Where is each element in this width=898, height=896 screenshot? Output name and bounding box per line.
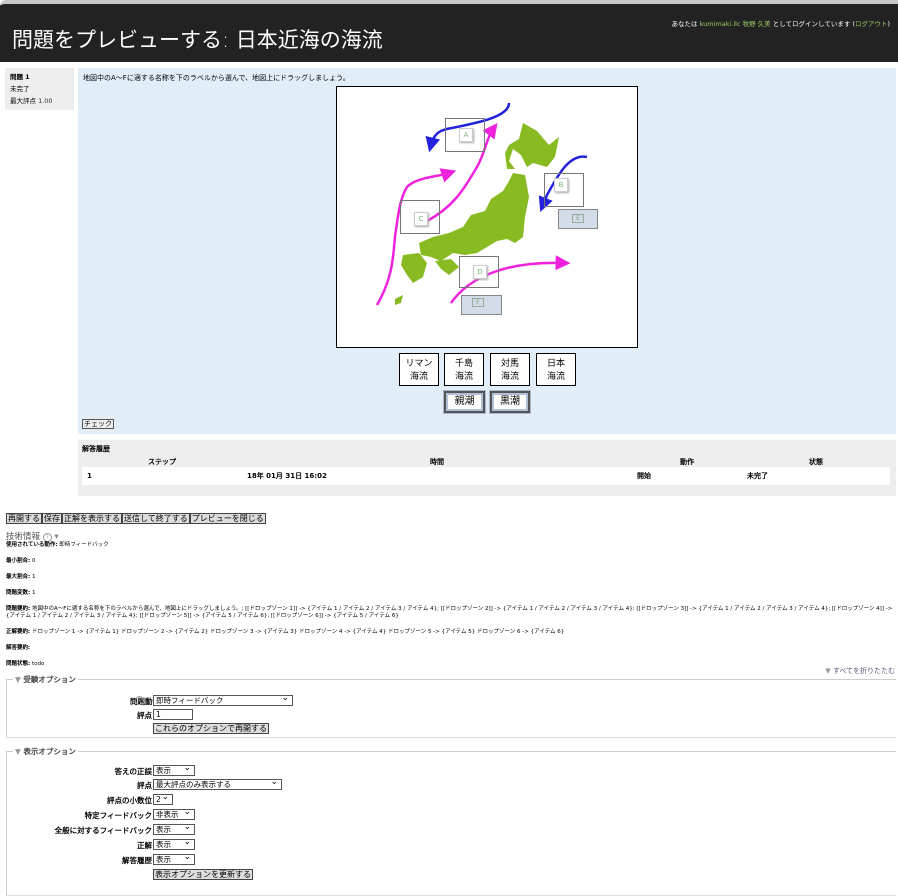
step-cell: 1 — [82, 467, 242, 485]
tech-item: 問題状態: todo — [6, 661, 45, 667]
question-number: 1 — [25, 73, 30, 81]
column-header: 状態 — [809, 457, 823, 466]
history-table: ステップ 時間 動作 状態 1 18年 01月 31日 16:02 開始 未完了 — [82, 456, 890, 485]
tech-item: 最大割合: 1 — [6, 574, 36, 580]
drag-item-chishima-current[interactable]: 千島 海流 — [444, 353, 484, 386]
behaviour-select[interactable]: 即時フィードバック — [153, 693, 293, 706]
chevron-down-icon[interactable]: ▾ — [54, 532, 58, 542]
tech-info-toggle[interactable]: 技術情報 — [6, 532, 40, 542]
correctness-select[interactable]: 表示 — [153, 763, 195, 776]
drop-zone-label: C — [414, 212, 428, 226]
drop-zone-label: B — [554, 178, 568, 192]
tech-item: 使用されている動作: 即時フィードバック — [6, 542, 109, 548]
fill-correct-button[interactable]: 正解を表示する — [62, 513, 122, 524]
drop-zone-label: A — [459, 128, 473, 142]
logout-link[interactable]: ログアウト — [855, 20, 888, 28]
question-content: 地図中のA～Fに適する名称を下のラベルから選んで、地図上にドラッグしましょう。 … — [78, 68, 896, 434]
page-title: 問題をプレビューする: 日本近海の海流 — [12, 28, 383, 52]
marks-label: 評点 — [137, 781, 152, 790]
tech-item: 最小割合: 0 — [6, 558, 36, 564]
drop-zone-b[interactable]: B — [544, 173, 584, 207]
action-cell: 開始 — [632, 467, 742, 485]
drop-zone-a[interactable]: A — [445, 118, 485, 152]
marks-select[interactable]: 最大評点のみ表示する — [153, 777, 282, 790]
drop-zone-f[interactable]: F — [461, 295, 502, 315]
right-answer-label: 正解 — [137, 841, 152, 850]
display-options: ▼ 表示オプション 答えの正誤表示 評点最大評点のみ表示する 評点の小数位2 特… — [6, 746, 896, 896]
drop-zone-e[interactable]: E — [558, 209, 598, 229]
submit-finish-button[interactable]: 送信して終了する — [122, 513, 190, 524]
max-grade: 1.00 — [38, 97, 53, 105]
update-display-options-button[interactable]: 表示オプションを更新する — [153, 869, 253, 880]
general-feedback-select[interactable]: 表示 — [153, 822, 195, 835]
restart-with-options-button[interactable]: これらのオプションで再開する — [153, 723, 269, 734]
general-feedback-label: 全般に対するフィードバック — [54, 826, 152, 835]
column-header: ステップ — [148, 457, 176, 466]
map-background: A B C D E F — [336, 86, 638, 348]
drag-item-kuroshio[interactable]: 黒潮 — [489, 390, 531, 414]
attempt-options-legend[interactable]: ▼ 受験オプション — [13, 674, 78, 685]
history-select[interactable]: 表示 — [153, 852, 195, 865]
user-link[interactable]: kumimaki.llc 牧野 久美 — [700, 20, 771, 28]
max-grade-label: 最大評点 — [10, 97, 36, 105]
login-prefix: あなたは — [671, 20, 700, 28]
history-title: 解答履歴 — [82, 445, 110, 453]
login-suffix: としてログインしています ( — [770, 20, 855, 28]
question-info: 問題 1 未完了 最大評点 1.00 — [5, 68, 74, 110]
display-options-legend[interactable]: ▼ 表示オプション — [13, 746, 78, 757]
check-button[interactable]: チェック — [82, 419, 114, 429]
drop-zone-label: E — [572, 214, 584, 223]
technical-info: 技術情報 ? ▾ 使用されている動作: 即時フィードバック 最小割合: 0 最大… — [6, 532, 896, 677]
login-info: あなたは kumimaki.llc 牧野 久美 としてログインしています (ログ… — [672, 18, 891, 28]
drop-zone-label: D — [473, 265, 487, 279]
drop-zone-d[interactable]: D — [459, 256, 499, 288]
drop-zone-c[interactable]: C — [400, 200, 440, 234]
correctness-label: 答えの正誤 — [114, 767, 153, 776]
drag-item-oyashio[interactable]: 親潮 — [443, 390, 486, 414]
page-header: 問題をプレビューする: 日本近海の海流 あなたは kumimaki.llc 牧野… — [0, 0, 898, 62]
help-icon[interactable]: ? — [42, 533, 52, 542]
restart-button[interactable]: 再開する — [6, 513, 42, 524]
save-button[interactable]: 保存 — [42, 513, 62, 524]
drag-item-tsushima-current[interactable]: 対馬 海流 — [490, 353, 530, 386]
help-icon[interactable]: ? — [135, 696, 144, 705]
response-history: 解答履歴 ステップ 時間 動作 状態 1 18年 01月 31日 16:02 開始 未完了 — [78, 440, 896, 496]
table-row: 1 18年 01月 31日 16:02 開始 未完了 — [82, 467, 890, 485]
drag-item-liman-current[interactable]: リマン 海流 — [399, 353, 439, 386]
column-header: 時間 — [430, 457, 444, 466]
close-preview-button[interactable]: プレビューを閉じる — [189, 513, 266, 524]
tech-item: 問題要約: 地図中のA～Fに適する名称を下のラベルから選んで、地図上にドラッグし… — [6, 606, 893, 619]
question-number-label: 問題 — [10, 73, 23, 81]
time-cell: 18年 01月 31日 16:02 — [242, 467, 632, 485]
mark-input[interactable]: 1 — [153, 709, 193, 720]
tech-item: 解答要約: — [6, 645, 31, 651]
login-close: ) — [887, 20, 890, 28]
right-answer-select[interactable]: 表示 — [153, 837, 195, 850]
tech-item: 正解要約: ドロップゾーン 1 -> {アイテム 1} ドロップゾーン 2 ->… — [6, 629, 565, 635]
decimal-places-label: 評点の小数位 — [107, 796, 152, 805]
drag-item-japan-current[interactable]: 日本 海流 — [536, 353, 576, 386]
attempt-options: ▼ 受験オプション 問題動作?即時フィードバック 評点1 これらのオプションで再… — [6, 674, 896, 738]
specific-feedback-select[interactable]: 非表示 — [153, 807, 195, 820]
preview-controls: 再開する 保存 正解を表示する 送信して終了する プレビューを閉じる — [6, 513, 266, 524]
drop-zone-label: F — [472, 298, 484, 307]
specific-feedback-label: 特定フィードバック — [84, 811, 152, 820]
tech-item: 問題変数: 1 — [6, 590, 36, 596]
state-cell: 未完了 — [742, 467, 890, 485]
question-status: 未完了 — [10, 85, 30, 93]
question-text: 地図中のA～Fに適する名称を下のラベルから選んで、地図上にドラッグしましょう。 — [83, 74, 350, 82]
history-label: 解答履歴 — [122, 856, 152, 865]
column-header: 動作 — [680, 457, 694, 466]
decimal-places-select[interactable]: 2 — [153, 792, 173, 805]
mark-label: 評点 — [137, 711, 152, 720]
